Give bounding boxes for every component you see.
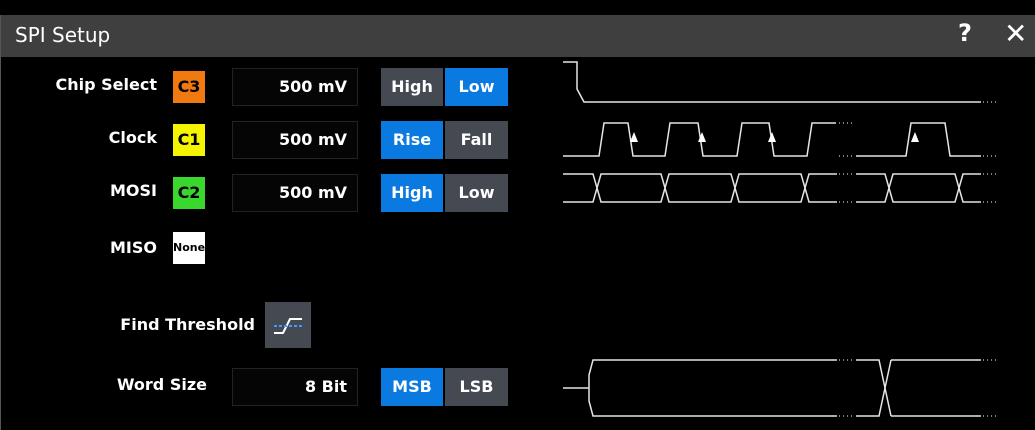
rise-arrow-4 bbox=[911, 132, 919, 142]
chip-select-waveform bbox=[563, 61, 981, 103]
waveform-diagram bbox=[563, 61, 996, 417]
rise-arrow-3 bbox=[768, 132, 776, 142]
spi-setup-dialog: SPI Setup ? ✕ Chip Select C3 500 mV High… bbox=[0, 15, 1035, 430]
mosi-waveform bbox=[563, 173, 981, 203]
rise-arrow-1 bbox=[630, 132, 638, 142]
word-frame-waveform bbox=[563, 359, 981, 417]
